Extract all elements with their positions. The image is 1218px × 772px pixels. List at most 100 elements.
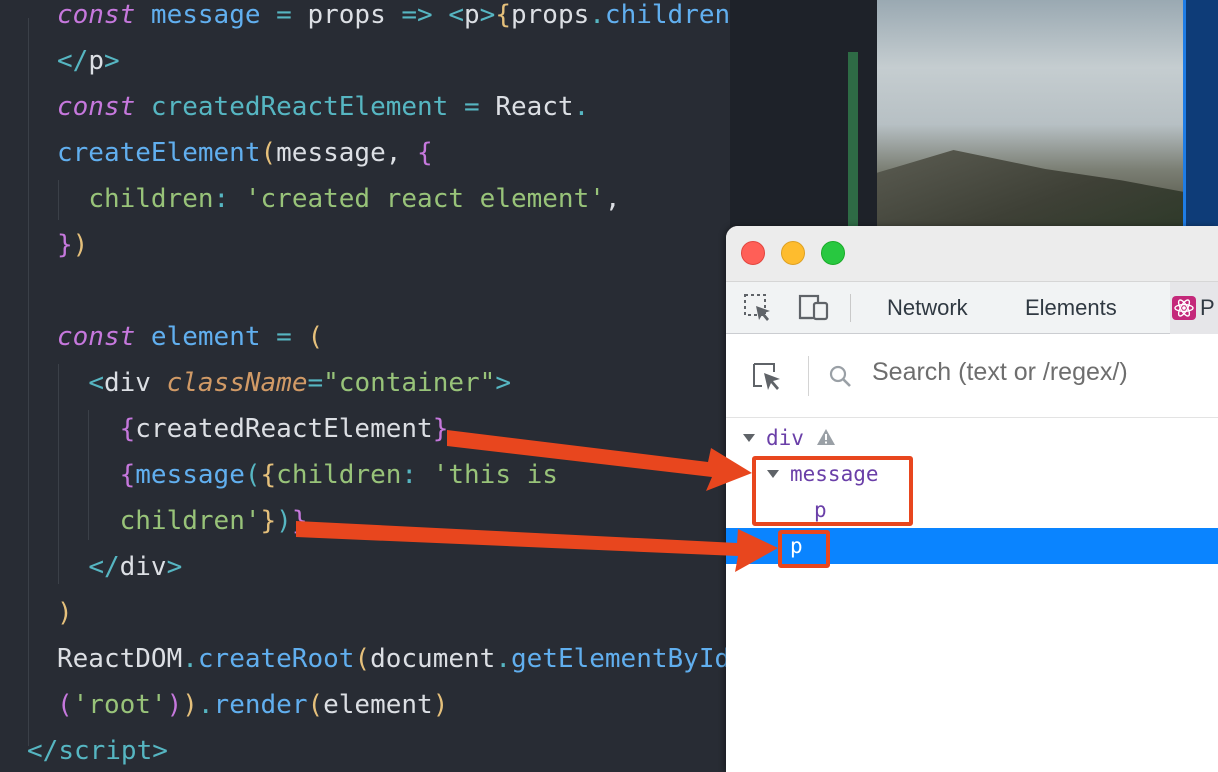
caret-down-icon[interactable] <box>743 434 755 442</box>
annotation-box-p <box>778 530 830 568</box>
react-icon <box>1172 296 1196 320</box>
code-token: = <box>276 322 308 352</box>
code-line: <div className="container"> <box>57 363 511 409</box>
code-token: </ <box>27 736 59 766</box>
code-line: </div> <box>57 547 182 593</box>
code-token: > <box>479 0 496 30</box>
code-token: < <box>448 0 465 30</box>
code-token: ( <box>307 690 324 720</box>
search-input[interactable]: Search (text or /regex/) <box>872 358 1128 387</box>
code-token: > <box>103 46 120 76</box>
code-token: , <box>604 184 621 214</box>
tab-components-label: P <box>1200 295 1215 320</box>
code-token: const <box>57 0 151 30</box>
code-line: ReactDOM.createRoot(document.getElementB… <box>57 639 730 685</box>
code-token: div <box>103 368 167 398</box>
code-line: const element = ( <box>57 317 323 363</box>
code-line: </script> <box>27 731 168 772</box>
code-token: document <box>370 644 496 674</box>
tree-node-div[interactable]: div <box>766 420 804 456</box>
code-token: div <box>119 552 167 582</box>
toolbar-divider <box>850 294 851 322</box>
code-token: p <box>464 0 480 30</box>
code-line: </p> <box>57 41 120 87</box>
code-token: className <box>166 368 308 398</box>
code-token: => <box>401 0 449 30</box>
code-token: "container" <box>323 368 496 398</box>
tab-components[interactable]: P <box>1170 282 1218 334</box>
code-line: ) <box>57 593 73 639</box>
code-token: = <box>464 92 496 122</box>
component-search-bar: Search (text or /regex/) <box>726 334 1218 418</box>
code-token: props <box>307 0 402 30</box>
code-editor[interactable]: const message = props => <p>{props.child… <box>0 0 746 772</box>
code-line: }) <box>57 225 88 271</box>
code-token: 'this is <box>432 460 558 490</box>
close-window-button[interactable] <box>741 241 765 265</box>
code-token: </ <box>57 46 89 76</box>
code-line: ('root')).render(element) <box>57 685 448 731</box>
code-token: ( <box>57 690 73 720</box>
code-token: > <box>495 368 511 398</box>
search-divider <box>808 356 809 396</box>
code-token: children <box>604 0 731 30</box>
code-token: ) <box>72 230 89 260</box>
code-token: ReactDOM <box>57 644 183 674</box>
code-content[interactable]: const message = props => <p>{props.child… <box>0 0 746 772</box>
code-token: { <box>119 414 136 444</box>
select-element-icon[interactable] <box>742 292 774 324</box>
code-token: children' <box>119 506 261 536</box>
code-token: createElement <box>57 138 261 168</box>
code-token: . <box>182 644 198 674</box>
code-line: children: 'created react element', <box>57 179 621 225</box>
code-token: . <box>495 644 511 674</box>
code-token: ) <box>432 690 449 720</box>
code-token: script <box>58 736 153 766</box>
inspect-icon[interactable] <box>750 360 784 394</box>
code-token: message <box>135 460 245 490</box>
code-token: createRoot <box>197 644 355 674</box>
code-line: const createdReactElement = React. <box>57 87 589 133</box>
tab-elements[interactable]: Elements <box>1025 282 1117 334</box>
code-token: render <box>213 690 308 720</box>
code-token: element <box>323 690 433 720</box>
warning-icon <box>817 429 835 445</box>
code-token: . <box>197 690 214 720</box>
code-token: . <box>573 92 590 122</box>
search-icon <box>829 365 851 387</box>
code-token: const <box>57 322 151 352</box>
code-token: message <box>276 138 386 168</box>
zoom-window-button[interactable] <box>821 241 845 265</box>
code-token: p <box>88 46 104 76</box>
code-token: { <box>495 0 511 30</box>
background-window-edge <box>1183 0 1218 226</box>
tab-network[interactable]: Network <box>887 282 968 334</box>
code-token: : <box>213 184 245 214</box>
code-token: ( <box>354 644 371 674</box>
code-line: {createdReactElement} <box>57 409 449 455</box>
code-token: props <box>510 0 590 30</box>
code-token: ) <box>166 690 183 720</box>
code-token: . <box>589 0 605 30</box>
code-token: , <box>385 138 418 168</box>
code-token: ( <box>244 460 261 490</box>
code-line: createElement(message, { <box>57 133 433 179</box>
minimize-window-button[interactable] <box>781 241 805 265</box>
code-token: 'root' <box>72 690 167 720</box>
code-token: ) <box>57 598 73 628</box>
code-token: { <box>119 460 136 490</box>
code-line: children'})} <box>57 501 308 547</box>
annotation-box-message <box>752 456 913 526</box>
code-token: > <box>152 736 168 766</box>
code-token: : <box>401 460 433 490</box>
code-token: React <box>495 92 574 122</box>
code-token: } <box>291 506 308 536</box>
code-token: createdReactElement <box>135 414 433 444</box>
device-toolbar-icon[interactable] <box>798 292 830 324</box>
